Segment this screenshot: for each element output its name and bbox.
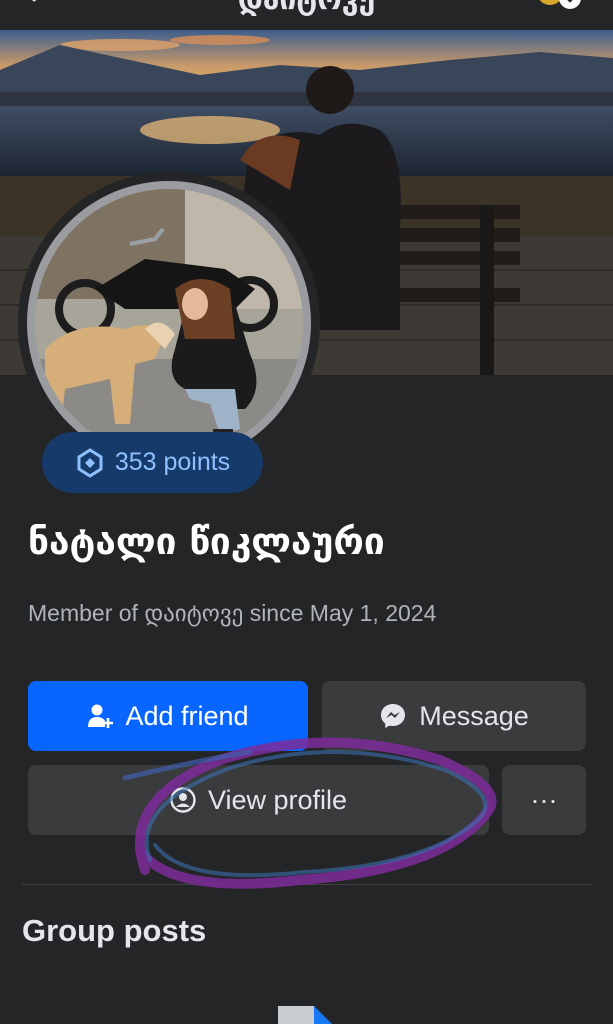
- messenger-icon: [381, 704, 406, 728]
- points-badge-icon: [77, 447, 103, 478]
- profile-avatar-frame: [18, 172, 320, 474]
- section-divider: [22, 884, 592, 885]
- view-profile-button[interactable]: View profile: [28, 765, 489, 835]
- user-circle-icon: [170, 787, 196, 813]
- add-friend-label: Add friend: [125, 700, 249, 731]
- add-friend-icon: [88, 704, 114, 728]
- points-label: 353 points: [114, 448, 231, 476]
- avatar[interactable]: [27, 181, 311, 465]
- group-posts-heading: Group posts: [22, 913, 207, 948]
- more-options-icon: ···: [530, 784, 558, 815]
- message-button[interactable]: Message: [322, 681, 586, 751]
- account-switcher-icon[interactable]: [536, 0, 582, 20]
- view-profile-label: View profile: [207, 784, 348, 815]
- document-icon: [278, 1006, 332, 1024]
- profile-name: ნატალი წიკლაური: [28, 520, 385, 563]
- more-options-button[interactable]: ···: [502, 765, 586, 835]
- add-friend-button[interactable]: Add friend: [28, 681, 308, 751]
- member-since-text: Member of დაიტოვე since May 1, 2024: [28, 600, 437, 626]
- page-title: დაიტოვე: [0, 0, 613, 17]
- message-label: Message: [419, 700, 529, 731]
- top-bar: დაიტოვე: [0, 0, 613, 30]
- points-badge[interactable]: 353 points: [42, 432, 263, 493]
